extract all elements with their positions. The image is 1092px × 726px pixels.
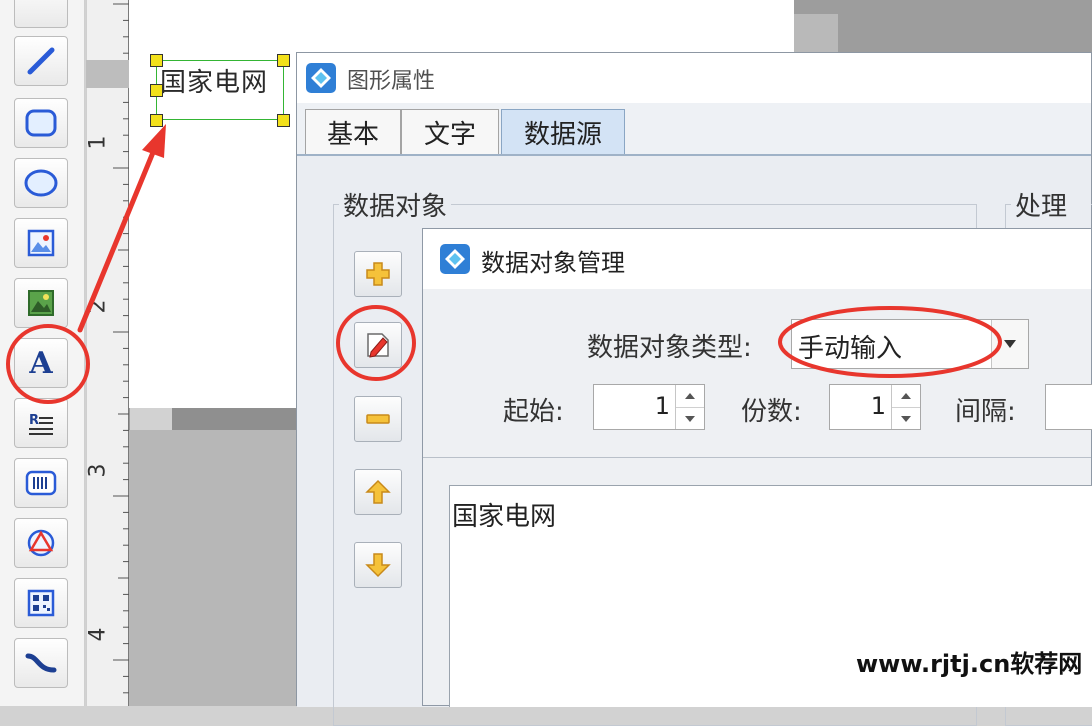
dialog-title: 图形属性 xyxy=(347,69,436,94)
move-up-icon xyxy=(365,479,391,504)
qrcode-icon xyxy=(27,589,55,617)
tab-data-source[interactable]: 数据源 xyxy=(501,109,625,155)
ruler-mark-1: 1 xyxy=(86,135,111,150)
move-up-button[interactable] xyxy=(354,469,402,515)
resize-handle-top-left[interactable] xyxy=(150,54,163,67)
canvas-background-lower xyxy=(129,430,299,706)
copies-value: 1 xyxy=(870,392,886,420)
ruler-highlight xyxy=(86,60,129,88)
rounded-rect-icon xyxy=(25,109,57,137)
start-value: 1 xyxy=(654,392,670,420)
tool-button-rich-text[interactable]: R xyxy=(14,398,68,448)
chevron-up-icon xyxy=(685,393,695,399)
interval-label: 间隔: xyxy=(955,397,1016,427)
chevron-down-icon xyxy=(1004,340,1016,348)
image-icon xyxy=(27,229,55,257)
text-icon: A xyxy=(29,345,53,381)
canvas-background xyxy=(794,0,1092,52)
ruler-mark-2: 2 xyxy=(86,299,111,314)
tab-basic[interactable]: 基本 xyxy=(305,109,401,155)
data-object-manager-dialog: 数据对象管理 数据对象类型: 手动输入 起始: 1 份数: 1 间隔: 国家电网 xyxy=(422,228,1092,707)
manager-title: 数据对象管理 xyxy=(481,249,625,277)
resize-handle-left[interactable] xyxy=(150,84,163,97)
tool-button-curve[interactable] xyxy=(14,638,68,688)
curve-icon xyxy=(25,653,57,673)
ruler-mark-4: 4 xyxy=(86,627,111,642)
chevron-up-icon xyxy=(901,393,911,399)
svg-text:R: R xyxy=(29,413,39,428)
increment-button[interactable] xyxy=(892,385,920,408)
move-down-icon xyxy=(365,553,391,578)
tool-button-pointer[interactable] xyxy=(14,0,68,28)
resize-handle-top-right[interactable] xyxy=(277,54,290,67)
ruler-ticks xyxy=(113,3,129,694)
shape-icon xyxy=(27,529,55,557)
tool-button-shape[interactable] xyxy=(14,518,68,568)
data-object-type-value: 手动输入 xyxy=(798,334,903,364)
tab-strip: 基本 文字 数据源 xyxy=(297,103,1091,155)
tool-palette: A R xyxy=(0,0,85,706)
tool-button-image[interactable] xyxy=(14,218,68,268)
line-icon xyxy=(27,47,55,75)
tab-text[interactable]: 文字 xyxy=(401,109,499,155)
resize-handle-bottom-right[interactable] xyxy=(277,114,290,127)
tool-button-barcode[interactable] xyxy=(14,458,68,508)
tool-button-text[interactable]: A xyxy=(14,338,68,388)
start-spinner[interactable]: 1 xyxy=(593,384,705,430)
decrement-button[interactable] xyxy=(676,408,704,430)
separator xyxy=(423,457,1091,458)
dialog-titlebar[interactable]: 图形属性 xyxy=(297,53,1091,103)
rich-text-icon: R xyxy=(29,413,53,435)
tool-button-picture[interactable] xyxy=(14,278,68,328)
app-logo-icon xyxy=(440,244,470,274)
chevron-down-icon xyxy=(901,416,911,422)
tool-button-line[interactable] xyxy=(14,36,68,86)
increment-button[interactable] xyxy=(676,385,704,408)
move-down-button[interactable] xyxy=(354,542,402,588)
chevron-down-icon xyxy=(685,416,695,422)
manager-titlebar[interactable]: 数据对象管理 xyxy=(423,229,1091,289)
dropdown-arrow[interactable] xyxy=(991,320,1028,368)
interval-spinner[interactable] xyxy=(1045,384,1092,430)
remove-icon xyxy=(366,414,390,424)
tool-button-ellipse[interactable] xyxy=(14,158,68,208)
vertical-ruler: 1 2 3 4 xyxy=(86,0,130,706)
watermark-text: www.rjtj.cn软荐网 xyxy=(856,650,1083,678)
data-object-group-title: 数据对象 xyxy=(339,186,452,223)
edit-data-object-button[interactable] xyxy=(354,322,402,368)
canvas-shadow xyxy=(172,408,302,430)
decrement-button[interactable] xyxy=(892,408,920,430)
resize-handle-bottom-left[interactable] xyxy=(150,114,163,127)
edit-icon xyxy=(367,333,389,358)
copies-spinner[interactable]: 1 xyxy=(829,384,921,430)
tool-button-rounded-rect[interactable] xyxy=(14,98,68,148)
picture-icon xyxy=(28,290,54,316)
data-object-type-label: 数据对象类型: xyxy=(587,333,752,363)
copies-label: 份数: xyxy=(741,397,802,427)
data-object-type-select[interactable]: 手动输入 xyxy=(791,319,1029,369)
text-object[interactable]: 国家电网 xyxy=(160,62,268,99)
add-icon xyxy=(366,262,390,286)
barcode-icon xyxy=(25,470,57,496)
ellipse-icon xyxy=(24,169,58,197)
ruler-mark-3: 3 xyxy=(86,463,111,478)
remove-data-object-button[interactable] xyxy=(354,396,402,442)
add-data-object-button[interactable] xyxy=(354,251,402,297)
data-content-text: 国家电网 xyxy=(452,502,557,532)
start-label: 起始: xyxy=(503,397,564,427)
app-logo-icon xyxy=(306,63,336,93)
tool-button-qrcode[interactable] xyxy=(14,578,68,628)
